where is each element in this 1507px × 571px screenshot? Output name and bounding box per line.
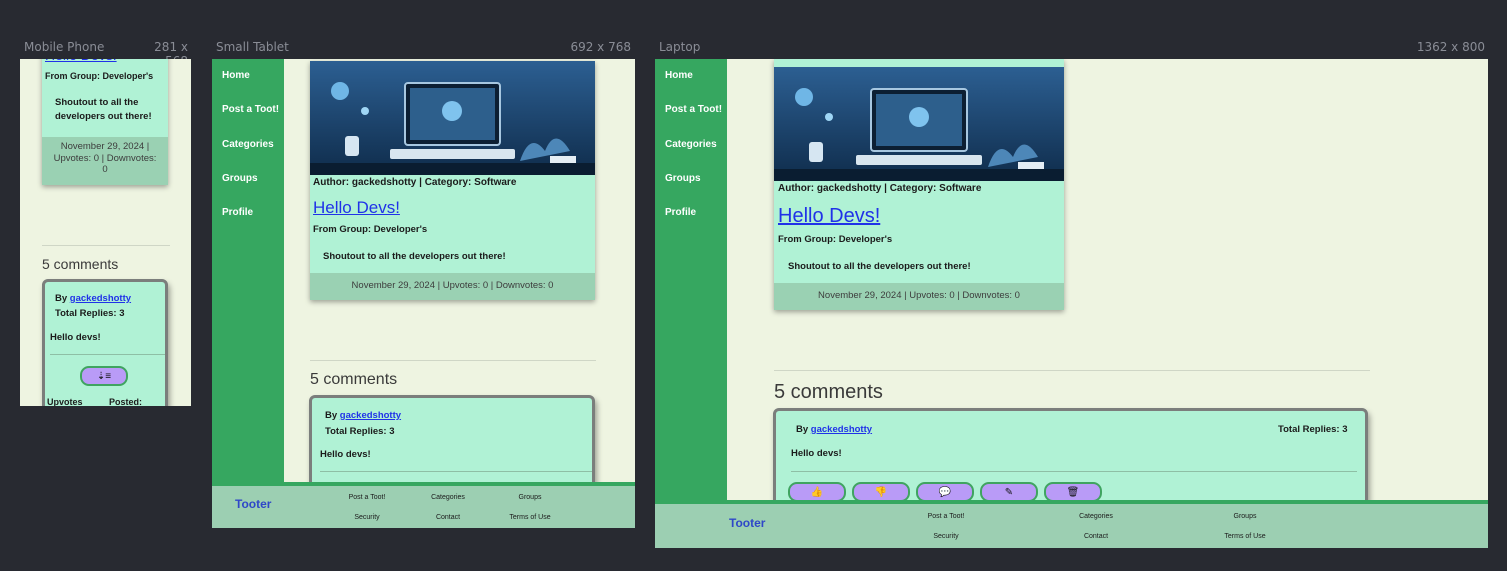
thumbs-up-icon: 👍 [810, 486, 824, 498]
comment-replies: Total Replies: 3 [55, 308, 125, 319]
footer-bar [655, 500, 1488, 504]
comment-divider [791, 471, 1357, 472]
comment-author: By gackedshotty [325, 410, 402, 421]
device-size-laptop: 1362 x 800 [1416, 40, 1485, 54]
comments-heading: 5 comments [774, 381, 883, 403]
reply-button[interactable]: 💬 [916, 482, 974, 502]
nav-post[interactable]: Post a Toot! [222, 104, 279, 115]
footer-link-categories[interactable]: Categories [431, 494, 465, 501]
nav-home[interactable]: Home [665, 70, 693, 81]
post-title-link[interactable]: Hello Devs! [313, 198, 400, 218]
post-image [774, 67, 1064, 181]
nav-profile[interactable]: Profile [222, 207, 253, 218]
tablet-preview: Home Post a Toot! Categories Groups Prof… [212, 59, 635, 528]
footer-brand[interactable]: Tooter [235, 497, 271, 511]
comment-divider [320, 471, 592, 472]
nav-home[interactable]: Home [222, 70, 250, 81]
post-body: Shoutout to all the developers out there… [788, 261, 971, 272]
nav-post[interactable]: Post a Toot! [665, 104, 722, 115]
edit-icon: ✎ [1004, 486, 1014, 498]
post-body-line-1: Shoutout to all the [55, 97, 139, 108]
comment-author-link[interactable]: gackedshotty [70, 293, 131, 304]
site-footer: Tooter Post a Toot! Categories Groups Se… [655, 500, 1488, 548]
laptop-preview: Home Post a Toot! Categories Groups Prof… [655, 59, 1488, 548]
post-group: From Group: Developer's [313, 224, 428, 235]
post-body: Shoutout to all the developers out there… [323, 251, 506, 262]
comments-heading: 5 comments [42, 256, 119, 272]
divider [774, 370, 1370, 371]
post-footer: November 29, 2024 | Upvotes: 0 | Downvot… [310, 273, 595, 300]
comment-card: By gackedshotty Total Replies: 3 Hello d… [42, 279, 168, 406]
edit-button[interactable]: ✎ [980, 482, 1038, 502]
nav-groups[interactable]: Groups [665, 173, 701, 184]
footer-brand[interactable]: Tooter [729, 516, 765, 530]
comments-heading: 5 comments [310, 371, 398, 388]
device-size-tablet: 692 x 768 [570, 40, 631, 54]
site-footer: Tooter Post a Toot! Categories Groups Se… [212, 482, 635, 528]
upvote-button[interactable]: 👍 [788, 482, 846, 502]
comment-author-link[interactable]: gackedshotty [811, 424, 872, 435]
post-card: Author: gackedshotty | Category: Softwar… [310, 61, 595, 300]
sidebar: Home Post a Toot! Categories Groups Prof… [212, 59, 284, 485]
downvote-button[interactable]: 👎 [852, 482, 910, 502]
footer-link-groups[interactable]: Groups [519, 494, 542, 501]
device-label-mobile: Mobile Phone [24, 40, 105, 54]
post-title-link[interactable]: Hello Devs! [45, 59, 117, 63]
comment-replies: Total Replies: 3 [1278, 424, 1348, 435]
nav-groups[interactable]: Groups [222, 173, 258, 184]
comment-posted-label: Posted: [109, 397, 143, 406]
footer-link-security[interactable]: Security [933, 533, 958, 540]
trash-icon: 🗑 [1066, 486, 1080, 498]
sidebar: Home Post a Toot! Categories Groups Prof… [655, 59, 727, 505]
post-footer: November 29, 2024 | Upvotes: 0 | Downvot… [774, 283, 1064, 310]
nav-categories[interactable]: Categories [665, 139, 717, 150]
post-group: From Group: Developer's [45, 71, 154, 81]
footer-link-groups[interactable]: Groups [1234, 513, 1257, 520]
comment-replies: Total Replies: 3 [325, 426, 395, 437]
footer-link-post[interactable]: Post a Toot! [349, 494, 386, 501]
post-group: From Group: Developer's [778, 234, 893, 245]
post-footer: November 29, 2024 | Upvotes: 0 | Downvot… [42, 137, 168, 185]
comment-author: By gackedshotty [796, 424, 873, 435]
divider [42, 245, 170, 246]
footer-link-contact[interactable]: Contact [1084, 533, 1108, 540]
post-image-graphic [774, 67, 1064, 181]
footer-link-terms[interactable]: Terms of Use [509, 514, 550, 521]
divider [310, 360, 596, 361]
post-meta: Author: gackedshotty | Category: Softwar… [313, 177, 517, 188]
footer-link-security[interactable]: Security [354, 514, 379, 521]
delete-button[interactable]: 🗑 [1044, 482, 1102, 502]
sort-icon: ⇣≡ [96, 370, 112, 382]
footer-link-post[interactable]: Post a Toot! [928, 513, 965, 520]
comment-author-link[interactable]: gackedshotty [340, 410, 401, 421]
device-label-laptop: Laptop [659, 40, 701, 54]
post-body-line-2: developers out there! [55, 111, 152, 122]
footer-link-contact[interactable]: Contact [436, 514, 460, 521]
post-meta: Author: gackedshotty | Category: Softwar… [778, 183, 982, 194]
comment-text: Hello devs! [791, 448, 842, 459]
post-image [310, 61, 595, 175]
nav-categories[interactable]: Categories [222, 139, 274, 150]
comment-author: By gackedshotty [55, 293, 132, 304]
post-card: Author: gackedshotty | Category: Softwar… [774, 59, 1064, 310]
comment-divider [50, 354, 165, 355]
nav-profile[interactable]: Profile [665, 207, 696, 218]
post-card: Hello Devs! From Group: Developer's Shou… [42, 59, 168, 185]
reply-icon: 💬 [938, 486, 952, 498]
comment-text: Hello devs! [320, 449, 371, 460]
footer-link-categories[interactable]: Categories [1079, 513, 1113, 520]
mobile-preview: Hello Devs! From Group: Developer's Shou… [20, 59, 191, 406]
thumbs-down-icon: 👎 [874, 486, 888, 498]
sort-button[interactable]: ⇣≡ [80, 366, 128, 386]
footer-bar [212, 482, 635, 486]
device-label-tablet: Small Tablet [216, 40, 289, 54]
comment-text: Hello devs! [50, 332, 101, 343]
post-title-link[interactable]: Hello Devs! [778, 205, 880, 228]
post-image-graphic [310, 61, 595, 175]
footer-link-terms[interactable]: Terms of Use [1224, 533, 1265, 540]
comment-upvotes-label: Upvotes [47, 397, 83, 406]
